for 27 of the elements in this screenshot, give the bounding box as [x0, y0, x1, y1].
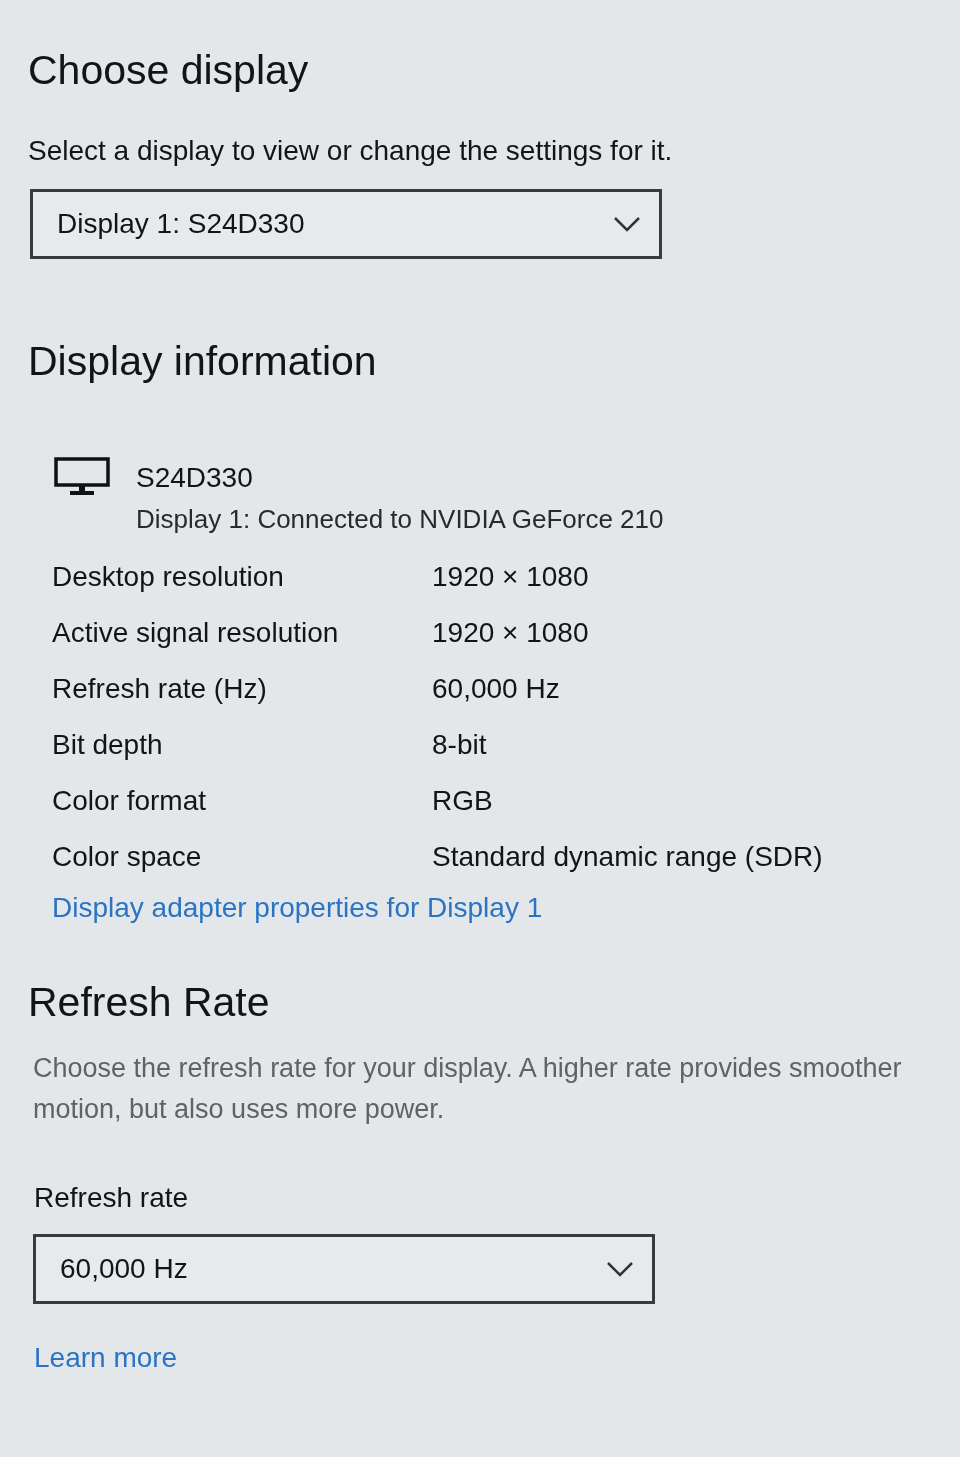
info-label: Bit depth: [52, 728, 164, 762]
info-value: 8-bit: [432, 728, 488, 762]
info-label: Active signal resolution: [52, 616, 340, 650]
monitor-connection: Display 1: Connected to NVIDIA GeForce 210: [136, 503, 664, 536]
section-title: Display information: [28, 337, 377, 386]
info-value: 1920 × 1080: [432, 616, 590, 650]
info-label: Refresh rate (Hz): [52, 672, 268, 706]
display-dropdown[interactable]: Display 1: S24D330: [30, 189, 662, 259]
refresh-rate-dropdown[interactable]: 60,000 Hz: [33, 1234, 655, 1304]
info-value: Standard dynamic range (SDR): [432, 840, 823, 874]
monitor-icon: [54, 457, 110, 497]
field-label: Refresh rate: [34, 1181, 189, 1215]
info-value: RGB: [432, 784, 494, 818]
adapter-properties-link[interactable]: Display adapter properties for Display 1: [52, 888, 543, 928]
info-label: Desktop resolution: [52, 560, 285, 594]
chevron-down-icon: [613, 216, 641, 232]
info-value: 60,000 Hz: [432, 672, 561, 706]
description: Choose the refresh rate for your display. A higher rate provides smoother motion, but also uses more power.: [33, 1052, 903, 1126]
monitor-name: S24D330: [136, 461, 254, 495]
section-title: Choose display: [28, 46, 309, 95]
info-label: Color space: [52, 840, 203, 874]
info-label: Color format: [52, 784, 208, 818]
section-title: Refresh Rate: [28, 978, 270, 1027]
chevron-down-icon: [606, 1261, 634, 1277]
description: Select a display to view or change the settings for it.: [28, 134, 673, 168]
info-value: 1920 × 1080: [432, 560, 590, 594]
learn-more-link[interactable]: Learn more: [34, 1338, 178, 1378]
